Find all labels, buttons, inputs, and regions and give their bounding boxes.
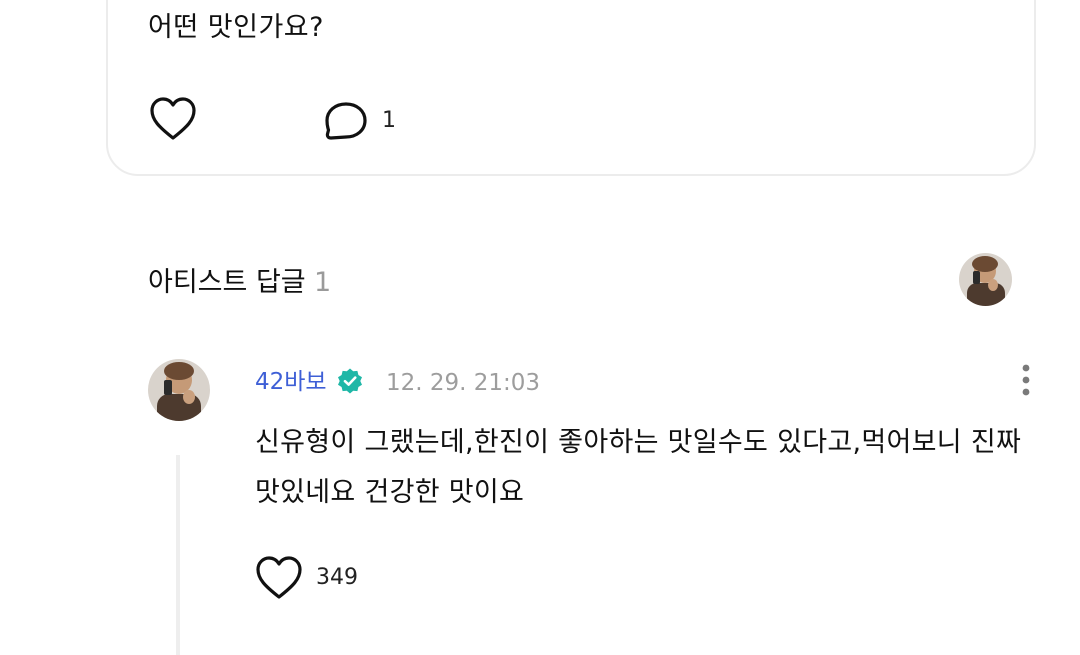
reply-like-button[interactable]	[254, 555, 304, 601]
artist-avatar[interactable]	[959, 253, 1012, 306]
reply-author-name[interactable]: 42바보	[255, 365, 327, 399]
reply-timestamp: 12. 29. 21:03	[386, 370, 541, 396]
post-comment-count: 1	[382, 108, 396, 133]
reply-thread-line	[176, 455, 180, 655]
verified-badge-icon	[336, 367, 364, 395]
heart-outline-icon	[256, 556, 302, 599]
artist-reply-count: 1	[314, 267, 332, 298]
post-text: 어떤 맛인가요?	[148, 12, 324, 43]
reply-text: 신유형이 그랬는데,한진이 좋아하는 맛일수도 있다고,먹어보니 진짜 맛있네요…	[255, 427, 1022, 508]
speech-bubble-icon	[325, 102, 367, 140]
artist-reply-title: 아티스트 답글	[148, 267, 306, 298]
more-options-button[interactable]	[1014, 362, 1038, 400]
post-comment-button[interactable]	[322, 100, 370, 142]
reply-author-avatar[interactable]	[148, 359, 210, 421]
more-vertical-icon	[1022, 364, 1030, 396]
reply-like-count: 349	[316, 565, 358, 590]
post-like-button[interactable]	[149, 96, 197, 142]
heart-outline-icon	[150, 97, 196, 140]
